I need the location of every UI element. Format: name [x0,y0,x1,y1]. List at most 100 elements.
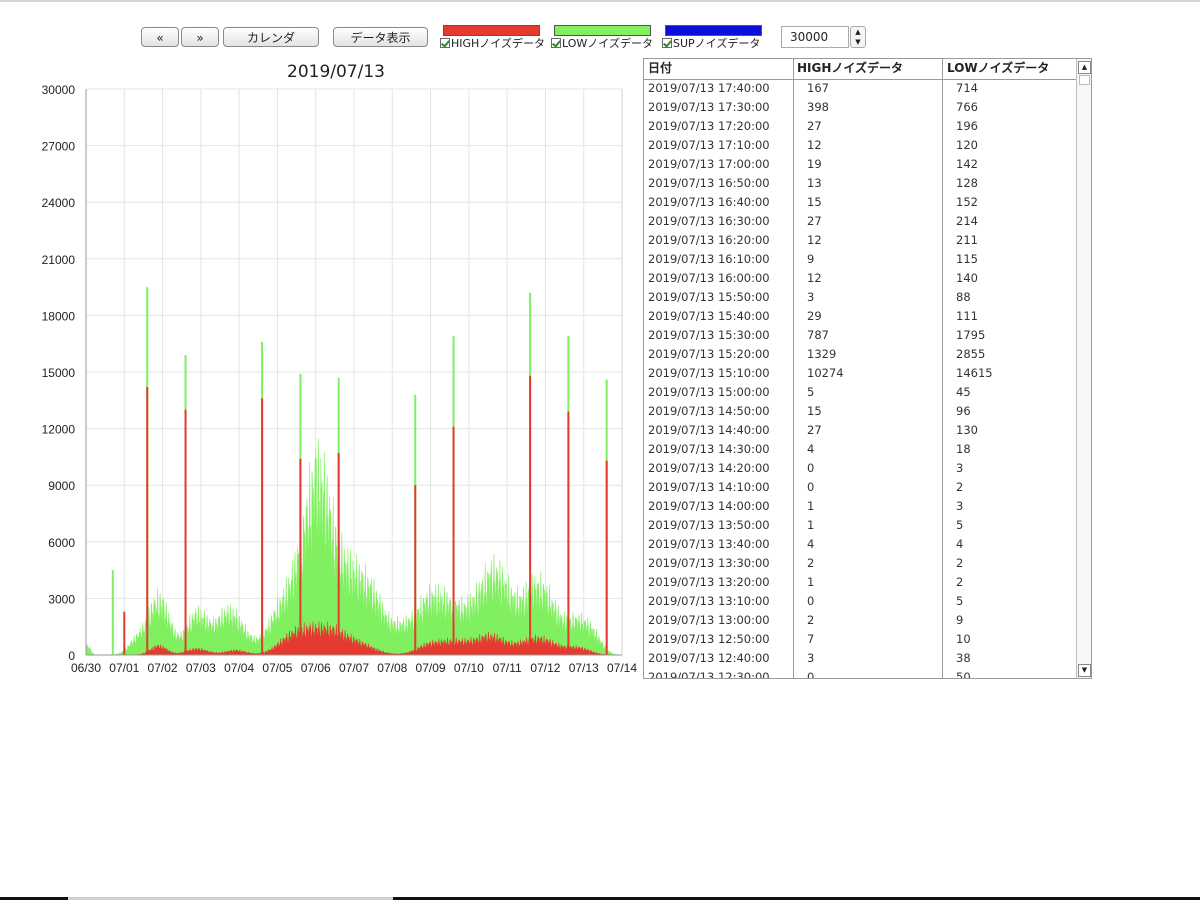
cell-date: 2019/07/13 16:40:00 [648,195,770,209]
cell-high: 12 [807,138,822,152]
calendar-button[interactable]: カレンダ [223,27,319,47]
table-row[interactable]: 2019/07/13 13:10:00 0 5 [644,592,1076,611]
cell-high: 4 [807,442,815,456]
y-tick-label: 30000 [42,83,76,97]
table-row[interactable]: 2019/07/13 15:50:00 3 88 [644,288,1076,307]
cell-low: 4 [956,537,964,551]
column-header-high[interactable]: HIGHノイズデータ [793,59,903,77]
y-tick-label: 6000 [48,536,75,550]
table-row[interactable]: 2019/07/13 16:10:00 9 115 [644,250,1076,269]
cell-date: 2019/07/13 14:50:00 [648,404,770,418]
peak-bar [111,570,114,655]
table-row[interactable]: 2019/07/13 16:40:00 15 152 [644,193,1076,212]
cell-low: 214 [956,214,978,228]
cell-date: 2019/07/13 13:50:00 [648,518,770,532]
x-tick-label: 07/05 [262,661,292,675]
table-row[interactable]: 2019/07/13 14:20:00 0 3 [644,459,1076,478]
cell-date: 2019/07/13 14:10:00 [648,480,770,494]
table-row[interactable]: 2019/07/13 13:50:00 1 5 [644,516,1076,535]
table-row[interactable]: 2019/07/13 17:10:00 12 120 [644,136,1076,155]
y-tick-label: 21000 [42,253,76,267]
cell-high: 0 [807,480,815,494]
table-row[interactable]: 2019/07/13 14:10:00 0 2 [644,478,1076,497]
table-row[interactable]: 2019/07/13 17:00:00 19 142 [644,155,1076,174]
scroll-thumb[interactable] [1079,75,1090,85]
cell-high: 398 [807,100,829,114]
table-row[interactable]: 2019/07/13 15:40:00 29 111 [644,307,1076,326]
table-row[interactable]: 2019/07/13 16:50:00 13 128 [644,174,1076,193]
scroll-up-icon[interactable]: ▲ [1078,61,1091,74]
sup-noise-color-swatch [665,25,762,36]
table-row[interactable]: 2019/07/13 14:50:00 15 96 [644,402,1076,421]
cell-high: 167 [807,81,829,95]
table-row[interactable]: 2019/07/13 16:20:00 12 211 [644,231,1076,250]
low-noise-toggle[interactable]: LOWノイズデータ [551,37,655,51]
cell-high: 15 [807,195,822,209]
high-noise-color-swatch [443,25,540,36]
table-row[interactable]: 2019/07/13 13:20:00 1 2 [644,573,1076,592]
max-value-stepper[interactable]: ▲ ▼ [850,26,866,48]
cell-high: 1 [807,518,815,532]
cell-date: 2019/07/13 13:00:00 [648,613,770,627]
table-row[interactable]: 2019/07/13 12:30:00 0 50 [644,668,1076,679]
table-body: 2019/07/13 17:40:00 167 714 2019/07/13 17:3… [644,79,1076,679]
cell-low: 14615 [956,366,993,380]
table-row[interactable]: 2019/07/13 17:30:00 398 766 [644,98,1076,117]
cell-date: 2019/07/13 13:30:00 [648,556,770,570]
peak-bar [337,453,340,655]
table-row[interactable]: 2019/07/13 14:40:00 27 130 [644,421,1076,440]
scroll-down-icon[interactable]: ▼ [1078,664,1091,677]
cell-high: 12 [807,233,822,247]
peak-bar [261,398,264,655]
peak-bar [299,458,302,655]
next-button[interactable]: » [181,27,219,47]
stepper-down-icon[interactable]: ▼ [851,37,865,47]
table-row[interactable]: 2019/07/13 15:10:00 10274 14615 [644,364,1076,383]
table-row[interactable]: 2019/07/13 17:40:00 167 714 [644,79,1076,98]
cell-high: 2 [807,556,815,570]
table-row[interactable]: 2019/07/13 16:00:00 12 140 [644,269,1076,288]
max-value-input[interactable]: 30000 [781,26,849,48]
peak-bar [567,411,570,655]
cell-high: 10274 [807,366,844,380]
peak-bar [123,611,126,655]
cell-low: 50 [956,670,971,679]
table-row[interactable]: 2019/07/13 16:30:00 27 214 [644,212,1076,231]
table-row[interactable]: 2019/07/13 14:30:00 4 18 [644,440,1076,459]
low-noise-checkbox[interactable] [551,38,561,48]
table-row[interactable]: 2019/07/13 15:30:00 787 1795 [644,326,1076,345]
sup-noise-checkbox[interactable] [662,38,672,48]
table-row[interactable]: 2019/07/13 13:40:00 4 4 [644,535,1076,554]
cell-high: 1 [807,499,815,513]
stepper-up-icon[interactable]: ▲ [851,27,865,37]
table-row[interactable]: 2019/07/13 17:20:00 27 196 [644,117,1076,136]
cell-high: 5 [807,385,815,399]
cell-date: 2019/07/13 16:50:00 [648,176,770,190]
cell-low: 3 [956,499,964,513]
data-table: 日付 HIGHノイズデータ LOWノイズデータ 2019/07/13 17:40… [643,58,1092,679]
cell-high: 27 [807,214,822,228]
prev-button[interactable]: « [141,27,179,47]
column-header-date[interactable]: 日付 [644,59,672,77]
data-display-button[interactable]: データ表示 [333,27,428,47]
x-tick-label: 06/30 [71,661,101,675]
table-row[interactable]: 2019/07/13 12:40:00 3 38 [644,649,1076,668]
table-row[interactable]: 2019/07/13 14:00:00 1 3 [644,497,1076,516]
cell-date: 2019/07/13 17:40:00 [648,81,770,95]
sup-noise-toggle[interactable]: SUPノイズデータ [662,37,772,51]
table-row[interactable]: 2019/07/13 15:20:00 1329 2855 [644,345,1076,364]
noise-chart: 0300060009000120001500018000210002400027… [42,83,638,675]
table-row[interactable]: 2019/07/13 13:00:00 2 9 [644,611,1076,630]
high-noise-toggle[interactable]: HIGHノイズデータ [440,37,544,51]
table-row[interactable]: 2019/07/13 13:30:00 2 2 [644,554,1076,573]
cell-low: 140 [956,271,978,285]
cell-low: 152 [956,195,978,209]
table-row[interactable]: 2019/07/13 12:50:00 7 10 [644,630,1076,649]
cell-low: 142 [956,157,978,171]
high-noise-checkbox[interactable] [440,38,450,48]
column-header-low[interactable]: LOWノイズデータ [943,59,1049,77]
cell-low: 10 [956,632,971,646]
table-scrollbar[interactable]: ▲ ▼ [1076,59,1091,678]
table-row[interactable]: 2019/07/13 15:00:00 5 45 [644,383,1076,402]
x-tick-label: 07/09 [416,661,446,675]
